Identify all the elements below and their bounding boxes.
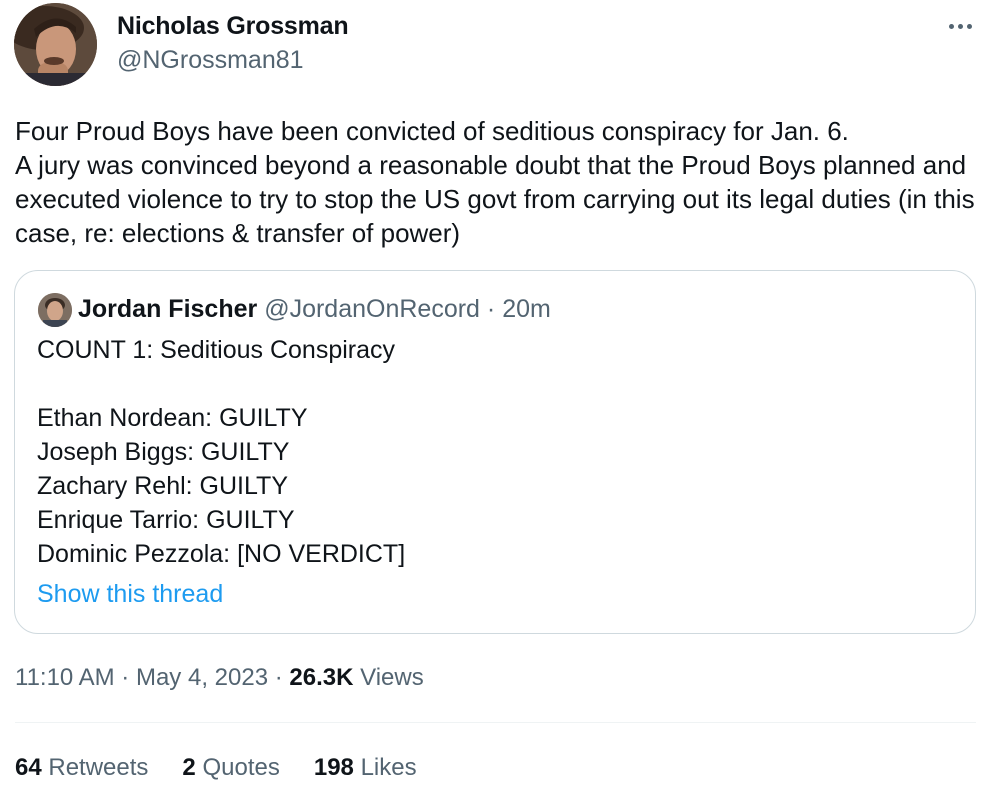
separator: · — [121, 664, 130, 691]
likes-label: Likes — [360, 754, 417, 781]
engagement-stats: 64 Retweets 2 Quotes 198 Likes — [15, 752, 417, 784]
tweet: Nicholas Grossman @NGrossman81 Four Prou… — [0, 0, 994, 800]
views-label: Views — [360, 664, 424, 691]
likes-count: 198 — [313, 754, 354, 781]
views-count: 26.3K — [289, 664, 354, 691]
author-avatar[interactable] — [14, 3, 97, 86]
quoted-author-handle[interactable]: @JordanOnRecord — [264, 295, 480, 323]
divider — [15, 722, 976, 723]
more-options-icon[interactable] — [940, 12, 980, 40]
separator: · — [486, 295, 496, 323]
quoted-tweet[interactable]: Jordan Fischer @JordanOnRecord · 20m COU… — [14, 270, 976, 634]
author-name[interactable]: Nicholas Grossman — [117, 12, 349, 41]
quoted-line: Joseph Biggs: GUILTY — [37, 438, 290, 466]
quoted-line: Enrique Tarrio: GUILTY — [37, 506, 295, 534]
tweet-time[interactable]: 11:10 AM — [15, 664, 115, 691]
dot — [957, 23, 963, 29]
show-thread-link[interactable]: Show this thread — [37, 577, 223, 611]
quoted-line: Dominic Pezzola: [NO VERDICT] — [37, 540, 406, 568]
retweets-count: 64 — [15, 754, 42, 781]
quoted-header: Jordan Fischer @JordanOnRecord · 20m — [78, 293, 551, 325]
quotes-stat[interactable]: 2 Quotes — [182, 752, 279, 784]
quoted-author-avatar — [38, 293, 72, 327]
quotes-count: 2 — [182, 754, 196, 781]
separator: · — [274, 664, 283, 691]
quoted-line: COUNT 1: Seditious Conspiracy — [37, 336, 396, 364]
tweet-text: Four Proud Boys have been convicted of s… — [15, 116, 975, 248]
dot — [966, 23, 972, 29]
retweets-stat[interactable]: 64 Retweets — [15, 752, 148, 784]
dot — [948, 23, 954, 29]
quoted-line — [37, 367, 957, 401]
quotes-label: Quotes — [202, 754, 280, 781]
tweet-date[interactable]: May 4, 2023 — [136, 664, 268, 691]
quoted-line: Zachary Rehl: GUILTY — [37, 472, 289, 500]
tweet-meta: 11:10 AM · May 4, 2023 · 26.3K Views — [15, 662, 424, 694]
author-handle[interactable]: @NGrossman81 — [117, 46, 304, 75]
retweets-label: Retweets — [48, 754, 149, 781]
quoted-line: Ethan Nordean: GUILTY — [37, 404, 308, 432]
quoted-time[interactable]: 20m — [502, 295, 551, 323]
likes-stat[interactable]: 198 Likes — [314, 752, 417, 784]
quoted-text: COUNT 1: Seditious Conspiracy Ethan Nord… — [37, 333, 957, 571]
quoted-author-name[interactable]: Jordan Fischer — [78, 295, 257, 323]
